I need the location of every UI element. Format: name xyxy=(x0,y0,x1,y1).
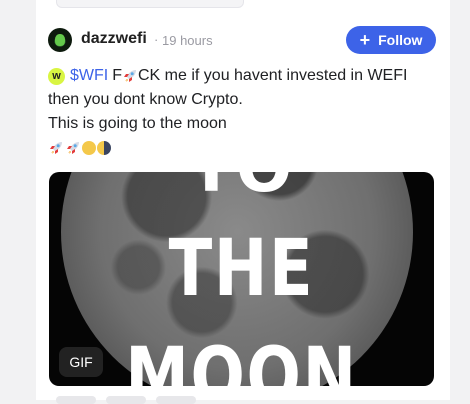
emoji-row xyxy=(48,136,438,160)
plus-icon: + xyxy=(359,29,371,50)
gif-text-line-1: TO xyxy=(49,172,434,207)
username[interactable]: dazzwefi xyxy=(81,30,147,48)
quarter-moon-icon xyxy=(97,141,111,155)
gif-media[interactable]: TO THE MOON GIF xyxy=(49,172,434,386)
rocket-icon xyxy=(67,142,79,154)
gif-text-line-3: MOON xyxy=(125,332,358,386)
follow-label: Follow xyxy=(378,32,423,48)
post-text-main: CK me if you havent invested in WEFI xyxy=(138,67,408,84)
avatar[interactable] xyxy=(48,28,72,52)
action-bar-peek xyxy=(56,396,196,404)
action-pill[interactable] xyxy=(56,396,96,404)
action-pill[interactable] xyxy=(106,396,146,404)
wefi-coin-icon: w xyxy=(48,67,65,85)
post-line-3: This is going to the moon xyxy=(48,115,227,132)
post-header: dazzwefi · 19 hours + Follow xyxy=(48,26,436,54)
top-tab[interactable] xyxy=(56,0,244,8)
gif-text-line-2: THE xyxy=(168,224,315,314)
separator-dot: · xyxy=(154,32,159,47)
ticker-link[interactable]: $WFI xyxy=(70,64,108,88)
post-timestamp: 19 hours xyxy=(162,33,213,48)
post-line-1: w $WFI F CK me if you havent invested in… xyxy=(48,64,438,88)
post-body: w $WFI F CK me if you havent invested in… xyxy=(48,64,438,160)
follow-button[interactable]: + Follow xyxy=(346,26,436,54)
rocket-icon xyxy=(124,70,136,82)
rocket-icon xyxy=(50,142,62,154)
gif-badge: GIF xyxy=(59,347,103,377)
full-moon-icon xyxy=(82,141,96,155)
action-pill[interactable] xyxy=(156,396,196,404)
post-text-fragment: F xyxy=(112,67,122,84)
post-line-2: then you dont know Crypto. xyxy=(48,91,243,108)
